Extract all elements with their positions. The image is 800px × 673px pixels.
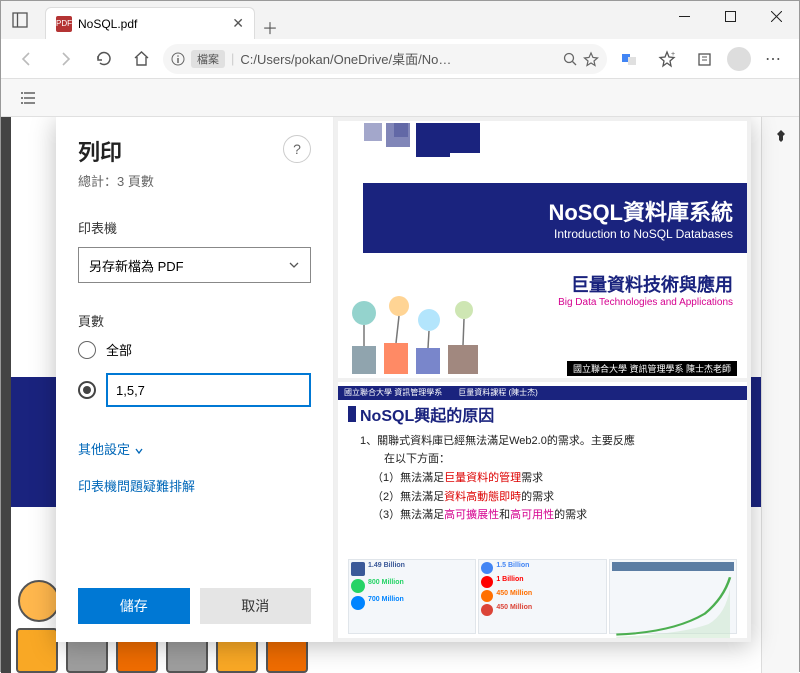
slide2-header: 國立聯合大學 資訊管理學系 巨量資料課程 (陳士杰)	[338, 386, 747, 400]
site-info-icon	[171, 52, 185, 66]
pages-label: 頁數	[78, 311, 311, 330]
print-title: 列印	[78, 135, 154, 167]
printer-dropdown[interactable]: 另存新檔為 PDF	[78, 247, 311, 283]
pdf-toolbar	[1, 79, 799, 117]
collections-button[interactable]	[689, 43, 721, 75]
print-preview: NoSQL資料庫系統 Introduction to NoSQL Databas…	[334, 117, 751, 642]
pages-all-label: 全部	[106, 340, 132, 359]
print-dialog: 列印 總計：3 頁數 ? 印表機 另存新檔為 PDF 頁數 全部	[56, 117, 751, 642]
svg-text:+: +	[671, 51, 675, 58]
slide1-sub2-subtitle: Big Data Technologies and Applications	[558, 297, 733, 308]
troubleshoot-link[interactable]: 印表機問題疑難排解	[78, 476, 311, 495]
pin-sidebar	[761, 117, 799, 673]
back-button[interactable]	[11, 43, 43, 75]
print-total: 總計：3 頁數	[78, 171, 154, 190]
translate-button[interactable]	[613, 43, 645, 75]
content-area: 統 列印 總計：3 頁數 ?	[1, 117, 799, 673]
radio-checked-icon	[78, 381, 96, 399]
home-button[interactable]	[125, 43, 157, 75]
favorite-icon[interactable]	[583, 51, 599, 67]
window-controls	[661, 1, 799, 39]
slide1-sub2-title: 巨量資料技術與應用	[558, 271, 733, 297]
chevron-down-icon	[288, 259, 300, 271]
cancel-button[interactable]: 取消	[200, 588, 312, 624]
tab-actions-button[interactable]	[1, 1, 39, 39]
radio-unchecked-icon	[78, 341, 96, 359]
print-options-pane: 列印 總計：3 頁數 ? 印表機 另存新檔為 PDF 頁數 全部	[56, 117, 334, 642]
url-path: C:/Users/pokan/OneDrive/桌面/No…	[240, 49, 451, 68]
url-bar[interactable]: 檔案 | C:/Users/pokan/OneDrive/桌面/No…	[163, 44, 607, 74]
tab-active[interactable]: PDF NoSQL.pdf ✕	[45, 7, 255, 39]
slide2-infographic: 1.49 Billion 800 Million 700 Million 1.5…	[348, 559, 737, 634]
favorites-button[interactable]: +	[651, 43, 683, 75]
tab-strip: PDF NoSQL.pdf ✕ ＋	[39, 1, 285, 39]
url-separator: |	[231, 51, 234, 66]
tab-title: NoSQL.pdf	[78, 17, 226, 31]
slide2-body: 1、關聯式資料庫已經無法滿足Web2.0的需求。主要反應 在以下方面： （1）無…	[360, 432, 737, 525]
pin-button[interactable]	[762, 117, 799, 155]
profile-avatar[interactable]	[727, 47, 751, 71]
slide2-title: NoSQL興起的原因	[360, 402, 494, 426]
url-badge-file: 檔案	[191, 50, 225, 68]
slide1-illustration	[344, 288, 494, 378]
new-tab-button[interactable]: ＋	[255, 15, 285, 39]
preview-page-1: NoSQL資料庫系統 Introduction to NoSQL Databas…	[338, 121, 747, 378]
pdf-icon: PDF	[56, 16, 72, 32]
browser-toolbar: 檔案 | C:/Users/pokan/OneDrive/桌面/No… + ⋯	[1, 39, 799, 79]
search-icon[interactable]	[563, 52, 577, 66]
close-window-button[interactable]	[753, 1, 799, 31]
slide1-subtitle: Introduction to NoSQL Databases	[554, 227, 733, 241]
printer-label: 印表機	[78, 218, 311, 237]
pages-all-radio[interactable]: 全部	[78, 340, 311, 359]
contents-icon[interactable]	[13, 82, 45, 114]
pages-custom-radio[interactable]	[78, 373, 311, 407]
tab-close-button[interactable]: ✕	[232, 15, 244, 32]
forward-button[interactable]	[49, 43, 81, 75]
refresh-button[interactable]	[87, 43, 119, 75]
save-button[interactable]: 儲存	[78, 588, 190, 624]
help-button[interactable]: ?	[283, 135, 311, 163]
pages-custom-input[interactable]	[106, 373, 311, 407]
minimize-button[interactable]	[661, 1, 707, 31]
printer-value: 另存新檔為 PDF	[89, 256, 184, 275]
more-button[interactable]: ⋯	[757, 43, 789, 75]
preview-page-2: 國立聯合大學 資訊管理學系 巨量資料課程 (陳士杰) NoSQL興起的原因 1、…	[338, 382, 747, 639]
title-bar: PDF NoSQL.pdf ✕ ＋	[1, 1, 799, 39]
slide1-footer: 國立聯合大學 資訊管理學系 陳士杰老師	[567, 361, 737, 376]
other-settings-link[interactable]: 其他設定	[78, 439, 311, 458]
slide1-title: NoSQL資料庫系統	[548, 195, 733, 227]
maximize-button[interactable]	[707, 1, 753, 31]
